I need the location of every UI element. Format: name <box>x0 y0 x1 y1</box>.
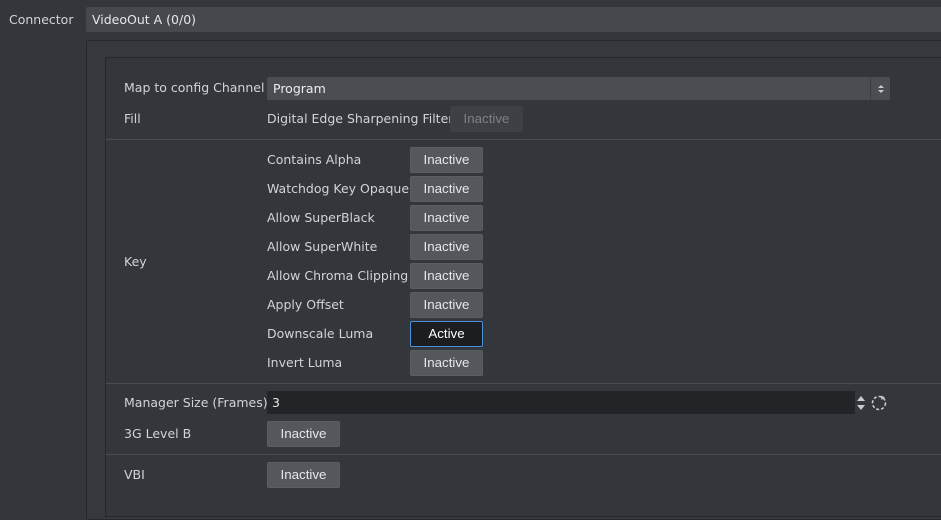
apply-offset-toggle[interactable]: Inactive <box>410 292 483 318</box>
key-label: Key <box>124 254 147 269</box>
level-b-label: 3G Level B <box>124 426 192 441</box>
sharpening-toggle[interactable]: Inactive <box>450 106 523 132</box>
up-down-arrows-icon[interactable] <box>856 393 866 413</box>
invert-luma-toggle[interactable]: Inactive <box>410 350 483 376</box>
contains-alpha-label: Contains Alpha <box>267 152 362 167</box>
allow-superblack-toggle[interactable]: Inactive <box>410 205 483 231</box>
vbi-label: VBI <box>124 467 145 482</box>
invert-luma-label: Invert Luma <box>267 355 343 370</box>
manager-size-label: Manager Size (Frames) <box>124 395 268 410</box>
separator <box>106 383 941 384</box>
map-channel-select[interactable]: Program <box>267 77 890 100</box>
map-channel-value: Program <box>273 81 326 96</box>
reset-icon[interactable] <box>870 394 888 412</box>
contains-alpha-toggle[interactable]: Inactive <box>410 147 483 173</box>
allow-chroma-clipping-label: Allow Chroma Clipping <box>267 268 409 283</box>
separator <box>106 454 941 455</box>
downscale-luma-toggle[interactable]: Active <box>410 321 483 347</box>
manager-size-input[interactable]: 3 <box>267 391 855 414</box>
sharpening-label: Digital Edge Sharpening Filter <box>267 111 454 126</box>
fill-label: Fill <box>124 111 141 126</box>
allow-chroma-clipping-toggle[interactable]: Inactive <box>410 263 483 289</box>
watchdog-key-opaque-label: Watchdog Key Opaque <box>267 181 410 196</box>
watchdog-key-opaque-toggle[interactable]: Inactive <box>410 176 483 202</box>
allow-superwhite-toggle[interactable]: Inactive <box>410 234 483 260</box>
downscale-luma-label: Downscale Luma <box>267 326 374 341</box>
map-channel-label: Map to config Channel <box>124 80 265 95</box>
allow-superwhite-label: Allow SuperWhite <box>267 239 378 254</box>
up-down-arrows-icon <box>870 77 890 100</box>
connector-label: Connector <box>9 12 74 27</box>
allow-superblack-label: Allow SuperBlack <box>267 210 375 225</box>
vbi-toggle[interactable]: Inactive <box>267 462 340 488</box>
connector-field[interactable]: VideoOut A (0/0) <box>86 7 941 32</box>
level-b-toggle[interactable]: Inactive <box>267 421 340 447</box>
apply-offset-label: Apply Offset <box>267 297 344 312</box>
separator <box>106 139 941 140</box>
channel-panel <box>105 57 941 517</box>
